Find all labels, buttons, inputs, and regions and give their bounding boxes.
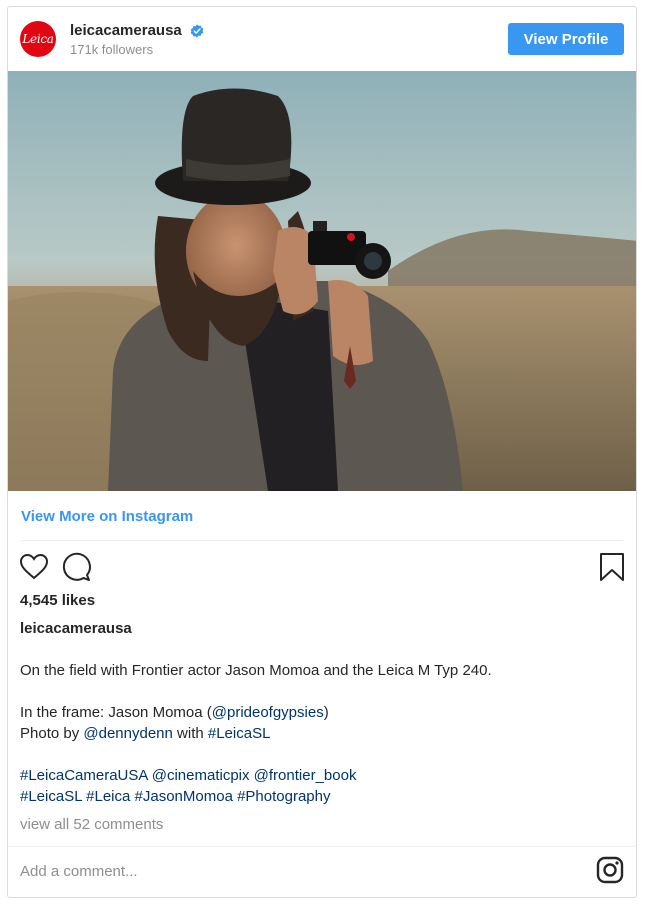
add-comment-input[interactable]: Add a comment... (20, 863, 138, 880)
view-all-comments-link[interactable]: view all 52 comments (20, 816, 163, 833)
view-profile-button[interactable]: View Profile (508, 23, 624, 55)
instagram-embed-card: Leica leicacamerausa 171k followers View… (7, 6, 637, 898)
avatar[interactable]: Leica (20, 21, 56, 57)
mention-link[interactable]: @dennydenn (83, 725, 172, 742)
caption-line: In the frame: Jason Momoa (@prideofgypsi… (20, 702, 620, 723)
view-more-on-instagram-link[interactable]: View More on Instagram (21, 508, 193, 525)
hashtag-line[interactable]: #LeicaSL #Leica #JasonMomoa #Photography (20, 786, 620, 807)
caption-line: Photo by @dennydenn with #LeicaSL (20, 723, 620, 744)
likes-count[interactable]: 4,545 likes (20, 592, 95, 609)
hashtag-link[interactable]: #LeicaSL (208, 725, 271, 742)
post-caption: On the field with Frontier actor Jason M… (20, 660, 620, 807)
action-bar (8, 547, 636, 587)
caption-text: In the frame: Jason Momoa ( (20, 704, 212, 721)
caption-text: with (172, 725, 208, 742)
username[interactable]: leicacamerausa (70, 22, 182, 39)
instagram-logo-icon[interactable] (596, 856, 624, 884)
caption-text: ) (323, 704, 329, 721)
caption-username[interactable]: leicacamerausa (20, 620, 132, 637)
post-photo[interactable] (8, 71, 636, 491)
leica-logo-text: Leica (22, 32, 54, 46)
mention-link[interactable]: @prideofgypsies (212, 704, 324, 721)
post-header: Leica leicacamerausa 171k followers View… (8, 7, 636, 71)
bookmark-icon[interactable] (598, 551, 626, 583)
hashtag-line[interactable]: #LeicaCameraUSA @cinematicpix @frontier_… (20, 765, 620, 786)
divider (8, 846, 636, 847)
divider (21, 540, 623, 541)
verified-badge-icon (190, 24, 204, 38)
heart-icon[interactable] (18, 551, 50, 583)
caption-text: Photo by (20, 725, 84, 742)
photo-illustration (8, 71, 636, 491)
caption-line: On the field with Frontier actor Jason M… (20, 662, 492, 679)
comment-bubble-icon[interactable] (60, 551, 92, 583)
followers-count: 171k followers (70, 42, 154, 57)
